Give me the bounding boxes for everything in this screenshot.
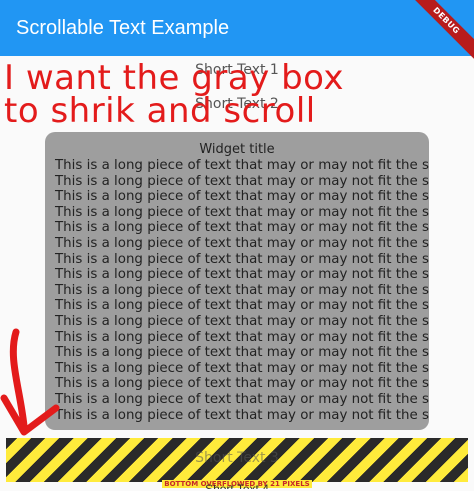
long-text-line: This is a long piece of text that may or… [55,391,429,407]
long-text-line: This is a long piece of text that may or… [55,251,429,267]
app-bar-title: Scrollable Text Example [16,17,230,39]
long-text-line: This is a long piece of text that may or… [55,158,429,173]
red-arrow-icon [0,328,60,436]
long-text-line: This is a long piece of text that may or… [55,360,429,376]
long-text-line: This is a long piece of text that may or… [55,173,429,189]
long-text-line: This is a long piece of text that may or… [55,282,429,298]
long-text-line: This is a long piece of text that may or… [55,345,429,361]
long-text-line: This is a long piece of text that may or… [55,313,429,329]
widget-title: Widget title [199,142,275,157]
overflow-warning-stripes: Short Text 3 BOTTOM OVERFLOWED BY 21 PIX… [6,438,468,488]
app-bar: Scrollable Text Example [0,0,474,56]
short-text-3: Short Text 3 [195,450,279,466]
long-text-line: This is a long piece of text that may or… [55,267,429,283]
long-text-line: This is a long piece of text that may or… [55,189,429,205]
long-text-line: This is a long piece of text that may or… [55,298,429,314]
long-text-line: This is a long piece of text that may or… [55,220,429,236]
long-text-line: This is a long piece of text that may or… [55,329,429,345]
long-text-line: This is a long piece of text that may or… [55,235,429,251]
long-text-list: This is a long piece of text that may or… [45,158,429,423]
gray-box[interactable]: Widget title This is a long piece of tex… [45,132,429,430]
long-text-line: This is a long piece of text that may or… [55,376,429,392]
long-text-line: This is a long piece of text that may or… [55,204,429,220]
long-text-line: This is a long piece of text that may or… [55,407,429,423]
annotation-note: I want the gray box to shrik and scroll [4,58,345,131]
short-text-4: Short Text 4 [205,482,269,489]
